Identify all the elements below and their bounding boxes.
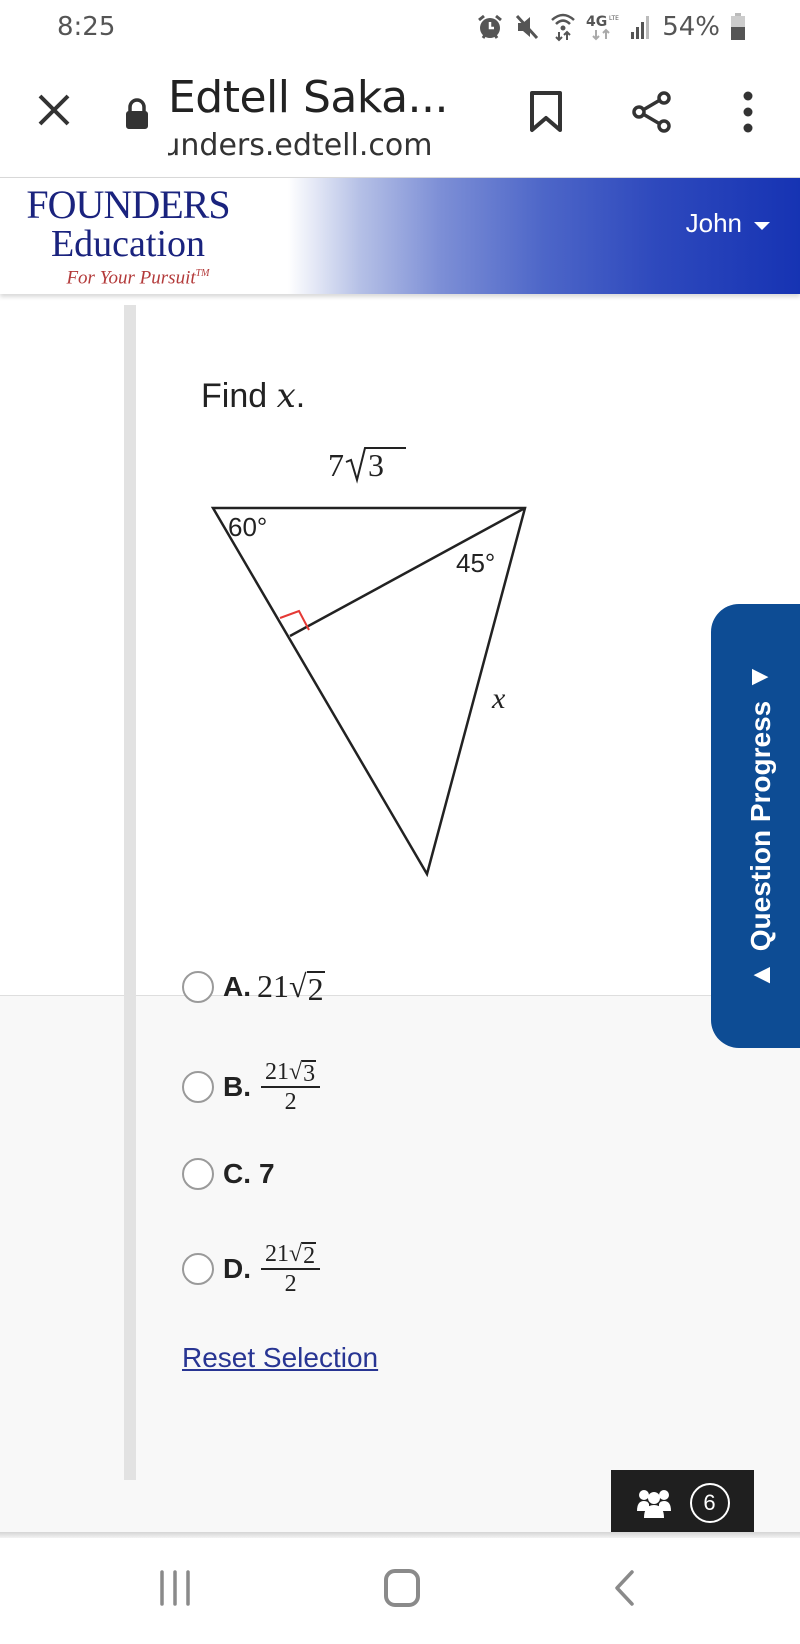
alarm-icon [478,14,503,39]
4g-icon: 4G LTE [586,14,619,41]
participants-widget[interactable]: 6 [611,1470,754,1536]
content-lower-background [0,995,800,1536]
back-button[interactable] [612,1568,636,1613]
choice-d-sqrt: √ 2 [289,1240,317,1269]
radio-c[interactable] [182,1158,214,1190]
recents-button[interactable] [158,1568,192,1613]
svg-text:LTE: LTE [609,15,619,22]
choice-a-letter: A. [223,970,251,1002]
status-time: 8:25 [57,12,116,42]
choice-b-sqrt: √ 3 [289,1058,317,1087]
choice-a[interactable]: A. 21 √ 2 [182,968,325,1005]
svg-text:4G: 4G [586,14,607,30]
more-options-button[interactable] [738,90,758,139]
logo-tm: TM [195,268,210,279]
wifi-icon [551,13,576,42]
choice-a-sqrt: √ 2 [289,968,325,1005]
left-rail [124,305,136,1480]
choice-d-radicand: 2 [302,1242,317,1269]
choice-d-denominator: 2 [284,1271,297,1297]
page-url[interactable]: ɹnders.edtell.com [168,128,432,163]
logo-tagline-text: For Your Pursuit [66,267,196,289]
choice-d-coef: 21 [265,1241,289,1267]
radical-sign: √ [289,1059,303,1085]
choice-b-letter: B. [223,1071,251,1102]
bookmark-icon [530,91,562,132]
side-x-label: x [491,682,506,715]
share-icon [632,91,671,133]
choice-b[interactable]: B. 21 √ 3 2 [182,1058,321,1116]
battery-icon [731,13,745,40]
bookmark-button[interactable] [528,90,564,139]
radical-sign: √ [289,1241,303,1267]
radio-b[interactable] [182,1071,214,1103]
angle-left-label: 60° [228,512,267,542]
user-name: John [685,208,742,238]
prompt-prefix: Find [201,377,277,415]
choice-b-radicand: 3 [302,1060,317,1087]
angle-right-label: 45° [456,548,495,578]
home-icon [384,1569,420,1607]
recents-icon [160,1570,190,1606]
user-menu[interactable]: John [686,208,770,239]
top-side-radicand: 3 [368,447,384,483]
triangle-left-icon: ▲ [745,961,776,989]
reset-selection-link[interactable]: Reset Selection [182,1342,378,1374]
choice-b-coef: 21 [265,1059,289,1085]
radio-d[interactable] [182,1253,214,1285]
choice-c-value: 7 [259,1158,275,1189]
choice-a-value: 21 √ 2 [257,968,325,1005]
choice-d-value: 21 √ 2 2 [261,1240,321,1298]
site-header: FOUNDERS Education For Your PursuitTM Jo… [0,177,800,294]
logo-tagline: For Your PursuitTM [40,262,236,290]
prompt-variable: x [276,376,296,416]
choice-c-letter: C. [223,1158,251,1189]
participant-count: 6 [689,1483,730,1523]
share-button[interactable] [630,90,674,139]
logo-line1: FOUNDERS [26,182,230,227]
android-nav-bar [0,1538,800,1644]
top-side-coef: 7 [328,447,344,483]
close-button[interactable] [34,90,74,130]
battery-percent: 54% [662,12,720,42]
prompt-suffix: . [295,377,306,415]
more-vert-icon [743,91,753,133]
choice-c[interactable]: C. 7 [182,1158,275,1190]
group-icon [636,1490,671,1518]
choice-d-numerator: 21 √ 2 [261,1240,321,1270]
home-button[interactable] [382,1568,422,1613]
logo-line2: Education [50,223,206,265]
choice-a-radicand: 2 [306,971,325,1007]
page-title[interactable]: Edtell Saka... [168,72,449,123]
question-prompt: Find x. [201,376,305,416]
lock-icon [124,98,150,135]
back-icon [615,1570,634,1606]
founders-logo[interactable]: FOUNDERS Education For Your PursuitTM [20,184,236,290]
signal-icon [631,16,650,39]
choice-b-value: 21 √ 3 2 [261,1058,321,1116]
radical-sign: √ [289,968,307,1004]
choice-b-numerator: 21 √ 3 [261,1058,321,1088]
question-progress-label: ▲ Question Progress ▲ [745,663,777,989]
radio-a[interactable] [182,970,214,1003]
triangle-right-icon: ▲ [746,663,777,691]
browser-toolbar: Edtell Saka... ɹnders.edtell.com [0,60,800,176]
question-progress-text: Question Progress [745,700,776,952]
close-icon [38,94,70,126]
triangle-figure: 7 3 60° 45° x [210,447,527,878]
choice-d-letter: D. [223,1253,251,1284]
choice-b-denominator: 2 [284,1089,297,1115]
status-bar: 8:25 4G LTE 54% [0,0,800,60]
mute-icon [516,14,539,40]
caret-down-icon [754,221,770,230]
choice-a-coef: 21 [257,968,289,1004]
status-icons: 4G LTE 54% [476,12,746,42]
question-progress-tab[interactable]: ▲ Question Progress ▲ [711,604,800,1048]
choice-d[interactable]: D. 21 √ 2 2 [182,1240,321,1298]
